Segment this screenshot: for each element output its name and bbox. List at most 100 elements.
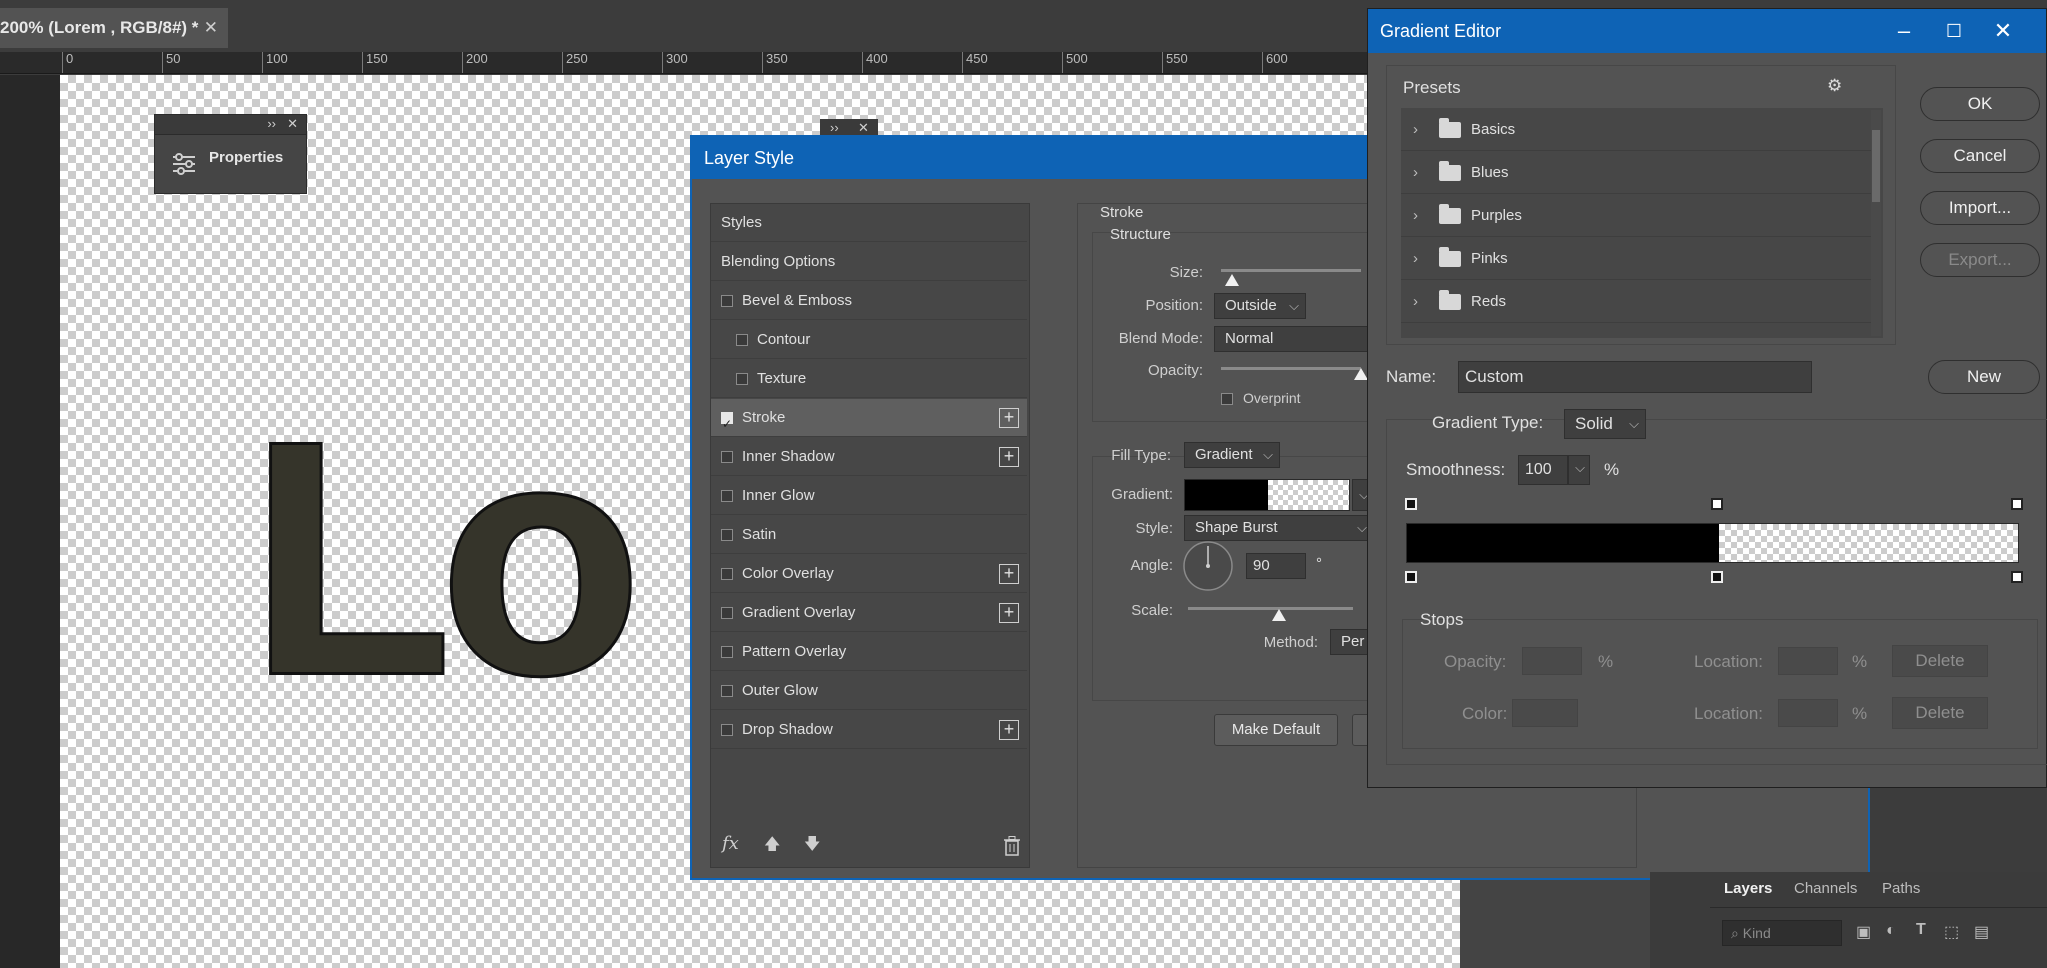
layer-kind-filter[interactable]: ⌕ Kind — [1722, 920, 1842, 946]
style-checkbox[interactable] — [721, 405, 733, 443]
style-item-bevel-emboss[interactable]: Bevel & Emboss — [711, 282, 1027, 320]
export-button: Export... — [1920, 243, 2040, 277]
collapse-icon[interactable]: ›› — [267, 116, 276, 131]
opacity-slider-thumb[interactable] — [1354, 368, 1368, 380]
collapse-icon[interactable]: ›› — [830, 120, 839, 135]
smart-object-filter-icon[interactable]: ▤ — [1974, 922, 1989, 942]
add-style-icon[interactable]: + — [999, 720, 1019, 740]
style-checkbox[interactable] — [721, 529, 733, 541]
color-stop-right[interactable] — [2011, 571, 2023, 583]
preset-folder-purples[interactable]: › Purples — [1401, 194, 1871, 237]
add-style-icon[interactable]: + — [999, 447, 1019, 467]
color-stop-middle[interactable] — [1711, 571, 1723, 583]
smoothness-dropdown[interactable]: ⌵ — [1568, 455, 1590, 485]
size-slider-thumb[interactable] — [1225, 274, 1239, 286]
style-checkbox[interactable] — [721, 607, 733, 619]
ruler-tick: 350 — [762, 52, 788, 73]
make-default-button[interactable]: Make Default — [1214, 714, 1338, 746]
presets-scrollbar[interactable] — [1871, 110, 1881, 336]
preset-folder-blues[interactable]: › Blues — [1401, 151, 1871, 194]
cancel-button[interactable]: Cancel — [1920, 139, 2040, 173]
opacity-slider-track[interactable] — [1221, 367, 1361, 370]
style-item-outer-glow[interactable]: Outer Glow — [711, 672, 1027, 710]
opacity-stop-middle[interactable] — [1711, 498, 1723, 510]
add-style-icon[interactable]: + — [999, 603, 1019, 623]
ok-button[interactable]: OK — [1920, 87, 2040, 121]
angle-input[interactable]: 90 — [1246, 553, 1306, 579]
trash-icon[interactable] — [1004, 836, 1020, 856]
close-icon[interactable]: ✕ — [1983, 9, 2023, 53]
color-stop-left[interactable] — [1405, 571, 1417, 583]
add-style-icon[interactable]: + — [999, 408, 1019, 428]
gear-icon[interactable]: ⚙ — [1827, 76, 1842, 96]
angle-dial-icon[interactable] — [1182, 540, 1234, 592]
position-dropdown[interactable]: Outside ⌵ — [1214, 293, 1306, 319]
style-checkbox[interactable] — [736, 334, 748, 346]
fill-type-dropdown[interactable]: Gradient ⌵ — [1184, 442, 1280, 468]
presets-scroll-thumb[interactable] — [1872, 130, 1880, 202]
chevron-right-icon[interactable]: › — [1413, 194, 1418, 237]
chevron-right-icon[interactable]: › — [1413, 108, 1418, 151]
style-dropdown[interactable]: Shape Burst ⌵ — [1184, 515, 1374, 541]
move-up-icon[interactable]: 🡅 — [764, 833, 780, 860]
chevron-right-icon[interactable]: › — [1413, 280, 1418, 323]
style-checkbox[interactable] — [721, 295, 733, 307]
preset-folder-basics[interactable]: › Basics — [1401, 108, 1871, 151]
close-icon[interactable]: ✕ — [858, 120, 869, 136]
document-tab-close-icon[interactable]: ✕ — [204, 8, 218, 48]
preset-folder-reds[interactable]: › Reds — [1401, 280, 1871, 323]
size-slider-track[interactable] — [1221, 269, 1361, 272]
scale-slider-thumb[interactable] — [1272, 609, 1286, 621]
image-filter-icon[interactable]: ▣ — [1856, 922, 1871, 942]
style-checkbox[interactable] — [721, 451, 733, 463]
name-input[interactable]: Custom — [1458, 361, 1812, 393]
style-item-inner-shadow[interactable]: Inner Shadow + — [711, 438, 1027, 476]
new-button[interactable]: New — [1928, 360, 2040, 394]
style-item-gradient-overlay[interactable]: Gradient Overlay + — [711, 594, 1027, 632]
document-tab[interactable]: 200% (Lorem , RGB/8#) * ✕ — [0, 8, 228, 48]
preset-folder-pinks[interactable]: › Pinks — [1401, 237, 1871, 280]
style-item-stroke[interactable]: Stroke + — [711, 399, 1027, 443]
smoothness-input[interactable]: 100 — [1518, 455, 1568, 485]
style-item-inner-glow[interactable]: Inner Glow — [711, 477, 1027, 515]
close-icon[interactable]: ✕ — [287, 116, 298, 132]
style-checkbox[interactable] — [721, 490, 733, 502]
tab-layers[interactable]: Layers — [1724, 880, 1772, 897]
blend-mode-value: Normal — [1225, 330, 1274, 347]
gradient-type-dropdown[interactable]: Solid ⌵ — [1564, 409, 1646, 439]
style-checkbox[interactable] — [721, 646, 733, 658]
opacity-stop-right[interactable] — [2011, 498, 2023, 510]
gradient-swatch[interactable] — [1184, 479, 1350, 511]
tab-paths[interactable]: Paths — [1882, 880, 1920, 897]
adjustment-filter-icon[interactable]: ◐ — [1886, 922, 1896, 940]
style-checkbox[interactable] — [721, 724, 733, 736]
maximize-icon[interactable]: ☐ — [1934, 9, 1974, 53]
tab-channels[interactable]: Channels — [1794, 880, 1857, 897]
style-item-drop-shadow[interactable]: Drop Shadow + — [711, 711, 1027, 749]
shape-filter-icon[interactable]: ⬚ — [1944, 922, 1959, 942]
gradient-preview-bar[interactable] — [1406, 523, 2019, 563]
style-item-color-overlay[interactable]: Color Overlay + — [711, 555, 1027, 593]
style-item-texture[interactable]: Texture — [711, 360, 1027, 398]
blend-mode-dropdown[interactable]: Normal — [1214, 326, 1384, 352]
move-down-icon[interactable]: 🡇 — [804, 833, 820, 860]
type-filter-icon[interactable]: T — [1916, 921, 1926, 939]
overprint-checkbox[interactable] — [1221, 393, 1233, 405]
minimize-icon[interactable]: – — [1884, 9, 1924, 53]
style-checkbox[interactable] — [721, 568, 733, 580]
properties-panel-header[interactable]: ›› ✕ — [155, 115, 306, 135]
chevron-right-icon[interactable]: › — [1413, 151, 1418, 194]
style-item-pattern-overlay[interactable]: Pattern Overlay — [711, 633, 1027, 671]
chevron-right-icon[interactable]: › — [1413, 237, 1418, 280]
import-button[interactable]: Import... — [1920, 191, 2040, 225]
style-checkbox[interactable] — [736, 373, 748, 385]
style-item-satin[interactable]: Satin — [711, 516, 1027, 554]
style-item-contour[interactable]: Contour — [711, 321, 1027, 359]
style-item-styles[interactable]: Styles — [711, 204, 1027, 242]
style-item-blending-options[interactable]: Blending Options — [711, 243, 1027, 281]
fx-button[interactable]: fx — [722, 833, 739, 854]
style-checkbox[interactable] — [721, 685, 733, 697]
scale-slider-track[interactable] — [1188, 607, 1353, 610]
opacity-stop-left[interactable] — [1405, 498, 1417, 510]
add-style-icon[interactable]: + — [999, 564, 1019, 584]
